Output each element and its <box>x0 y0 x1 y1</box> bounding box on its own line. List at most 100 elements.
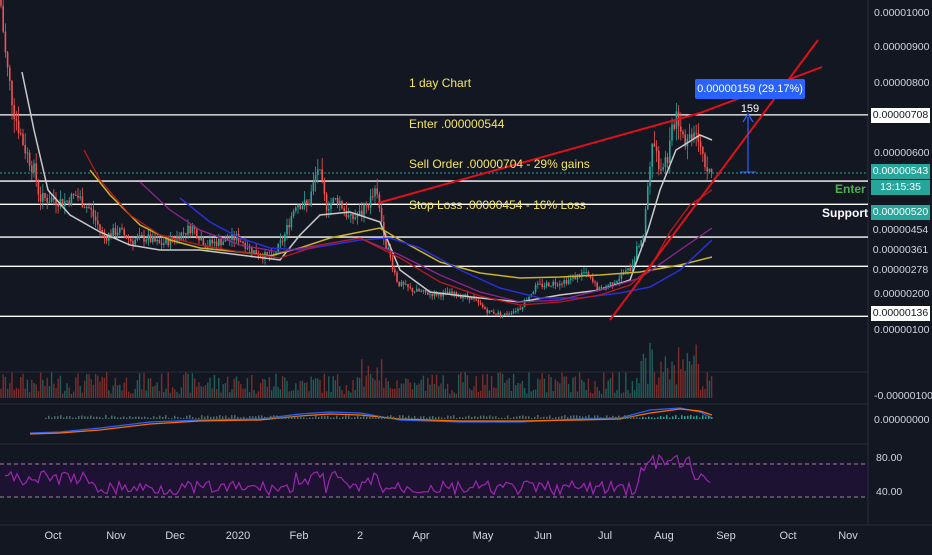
macd-histogram-bar <box>204 416 206 419</box>
support-price-tag: 0.00000520 <box>871 205 930 220</box>
candle-body <box>160 243 163 245</box>
candle-body <box>81 196 84 208</box>
macd-histogram-bar <box>669 417 671 419</box>
volume-bar <box>607 380 609 398</box>
macd-histogram-bar <box>711 417 713 419</box>
macd-histogram-bar <box>195 417 197 419</box>
volume-bar <box>413 382 416 398</box>
macd-histogram-bar <box>666 415 668 419</box>
annotation-line: Sell Order .00000704 - 29% gains <box>409 157 590 171</box>
macd-histogram-bar <box>498 417 500 419</box>
volume-bar <box>319 379 321 398</box>
volume-bar <box>651 349 653 398</box>
candle-body <box>266 251 268 255</box>
volume-bar <box>578 372 581 398</box>
volume-bar <box>242 388 244 398</box>
volume-bar <box>61 393 64 398</box>
candle-body <box>484 306 486 310</box>
macd-histogram-bar <box>528 416 530 419</box>
chart-root[interactable]: 0.00001000 0.00000900 0.00000800 0.00000600… <box>0 0 932 550</box>
rsi-axis-label: 80.00 <box>876 452 902 464</box>
candle-body <box>369 196 372 208</box>
volume-bar <box>143 372 145 398</box>
volume-bar <box>334 380 337 398</box>
volume-bar <box>321 392 323 398</box>
volume-bar <box>405 378 407 398</box>
volume-bar <box>59 375 62 398</box>
macd-histogram-bar <box>111 415 113 419</box>
candle-body <box>416 288 418 292</box>
volume-bar <box>427 377 429 398</box>
macd-histogram-bar <box>615 416 617 419</box>
candle-body <box>594 281 596 283</box>
volume-bar <box>314 378 317 398</box>
volume-bar <box>695 344 697 398</box>
volume-bar <box>649 342 651 398</box>
candle-body <box>589 276 592 278</box>
candle-body <box>653 143 656 147</box>
volume-bar <box>372 377 374 398</box>
candle-body <box>189 225 191 234</box>
candle-body <box>402 282 405 285</box>
macd-histogram-bar <box>690 415 692 419</box>
price-range-measure-label[interactable]: 0.00000159 (29.17%) 159 <box>695 79 805 115</box>
price-axis-label: 0.00000600 <box>874 147 930 159</box>
macd-histogram-bar <box>414 416 416 419</box>
macd-histogram-bar <box>639 417 641 419</box>
candle-body <box>253 250 255 253</box>
volume-bar <box>182 374 185 398</box>
macd-histogram-bar <box>480 415 482 419</box>
macd-histogram-bar <box>318 416 320 419</box>
volume-bar <box>88 374 90 398</box>
macd-histogram-bar <box>261 415 263 419</box>
volume-bar <box>48 386 51 398</box>
price-axis-label: 0.00000000 <box>874 414 930 426</box>
macd-histogram-bar <box>696 415 698 419</box>
volume-bar <box>277 387 279 398</box>
macd-histogram-bar <box>147 417 149 419</box>
candle-body <box>138 235 141 238</box>
volume-bar <box>39 372 42 398</box>
volume-bar <box>70 393 73 398</box>
macd-histogram-bar <box>678 417 680 419</box>
volume-bar <box>633 389 636 398</box>
macd-histogram-bar <box>552 417 554 419</box>
volume-bar <box>156 382 158 398</box>
volume-bar <box>688 361 691 398</box>
volume-bar <box>174 389 176 398</box>
macd-histogram-bar <box>435 417 437 419</box>
volume-bar <box>561 372 563 398</box>
macd-histogram-bar <box>54 416 56 419</box>
candle-body <box>290 216 293 228</box>
volume-bar <box>440 383 442 398</box>
candle-body <box>607 285 609 287</box>
volume-bar <box>563 376 565 398</box>
macd-histogram-bar <box>381 416 383 419</box>
candle-body <box>596 282 598 290</box>
time-axis-label: Aug <box>654 530 674 542</box>
level-136-tag: 0.00000136 <box>871 306 930 321</box>
macd-histogram-bar <box>405 417 407 419</box>
volume-bar <box>433 383 436 398</box>
macd-histogram-bar <box>525 416 527 419</box>
volume-bar <box>213 374 216 398</box>
candle-body <box>490 310 493 312</box>
volume-bar <box>704 388 706 398</box>
macd-histogram-bar <box>231 415 233 419</box>
candle-body <box>37 181 40 195</box>
macd-histogram-bar <box>702 415 704 419</box>
macd-histogram-bar <box>312 417 314 419</box>
volume-bar <box>105 372 108 398</box>
candle-body <box>367 205 370 208</box>
macd-histogram-bar <box>309 417 311 419</box>
volume-bar <box>299 381 301 398</box>
candle-body <box>213 241 216 244</box>
volume-bar <box>515 385 517 398</box>
candle-body <box>488 310 491 313</box>
macd-histogram-bar <box>588 415 590 419</box>
volume-bar <box>420 379 422 398</box>
volume-bar <box>402 383 405 398</box>
volume-bar <box>341 390 343 398</box>
candle-body <box>552 281 554 286</box>
volume-bar <box>618 372 620 398</box>
